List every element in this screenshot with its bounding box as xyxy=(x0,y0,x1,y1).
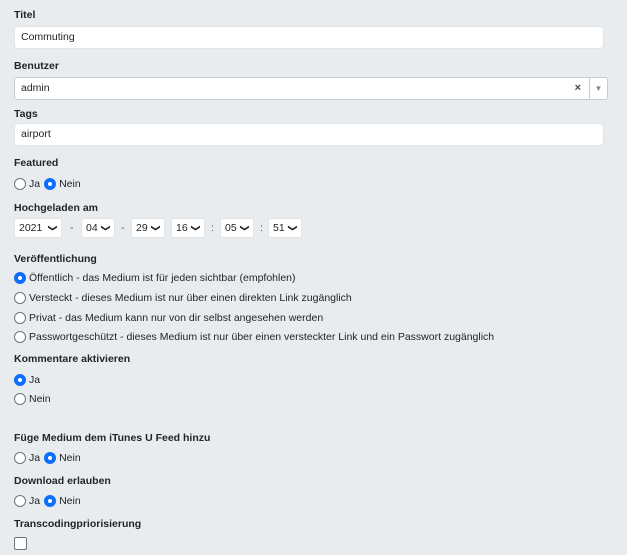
comments-radio-ja[interactable] xyxy=(14,374,26,386)
title-input[interactable]: Commuting xyxy=(14,26,604,49)
download-radio-nein[interactable] xyxy=(44,495,57,507)
clear-icon[interactable]: × xyxy=(575,78,581,99)
transcoding-checkbox[interactable] xyxy=(14,537,27,550)
visibility-option-hidden[interactable]: Versteckt - dieses Medium ist nur über e… xyxy=(14,292,356,304)
itunes-radio-ja-label: Ja xyxy=(29,452,41,464)
upload-day-select[interactable]: 29 ❯ xyxy=(131,218,165,238)
featured-radio-ja-label: Ja xyxy=(29,178,41,190)
visibility-option-private[interactable]: Privat - das Medium kann nur von dir sel… xyxy=(14,312,327,324)
upload-hour-select[interactable]: 16 ❯ xyxy=(171,218,205,238)
visibility-radio-password[interactable] xyxy=(14,331,26,343)
itunes-radio-ja[interactable] xyxy=(14,452,26,464)
visibility-option-label: Passwortgeschützt - dieses Medium ist nu… xyxy=(29,331,495,343)
visibility-radio-hidden[interactable] xyxy=(14,292,26,304)
upload-second-select[interactable]: 51 ❯ xyxy=(268,218,302,238)
upload-year-select[interactable]: 2021 ❯ xyxy=(14,218,62,238)
transcoding-label: Transcodingpriorisierung xyxy=(14,518,142,530)
visibility-option-label: Privat - das Medium kann nur von dir sel… xyxy=(29,312,324,324)
comments-option-ja[interactable]: Ja xyxy=(14,374,44,386)
chevron-down-icon: ❯ xyxy=(191,224,202,232)
user-select-value: admin xyxy=(21,82,50,94)
uploaded-label: Hochgeladen am xyxy=(14,202,99,214)
title-label: Titel xyxy=(14,9,36,21)
visibility-label: Veröffentlichung xyxy=(14,253,97,265)
visibility-option-password[interactable]: Passwortgeschützt - dieses Medium ist nu… xyxy=(14,331,498,343)
download-radio-group: Ja Nein xyxy=(14,495,85,507)
featured-radio-group: Ja Nein xyxy=(14,178,85,190)
download-radio-nein-label: Nein xyxy=(59,495,81,507)
date-separator: - xyxy=(70,222,74,234)
time-separator: : xyxy=(211,222,214,234)
visibility-option-public[interactable]: Öffentlich - das Medium ist für jeden si… xyxy=(14,272,300,284)
itunes-radio-group: Ja Nein xyxy=(14,452,85,464)
itunes-label: Füge Medium dem iTunes U Feed hinzu xyxy=(14,432,211,444)
comments-label: Kommentare aktivieren xyxy=(14,353,131,365)
itunes-radio-nein-label: Nein xyxy=(59,452,81,464)
comments-radio-nein-label: Nein xyxy=(29,393,51,405)
download-radio-ja[interactable] xyxy=(14,495,26,507)
chevron-down-icon: ❯ xyxy=(48,224,59,232)
download-radio-ja-label: Ja xyxy=(29,495,41,507)
upload-month-select[interactable]: 04 ❯ xyxy=(81,218,115,238)
upload-minute-select[interactable]: 05 ❯ xyxy=(220,218,254,238)
visibility-option-label: Versteckt - dieses Medium ist nur über e… xyxy=(29,292,352,304)
visibility-radio-public[interactable] xyxy=(14,272,26,284)
chevron-down-icon: ❯ xyxy=(151,224,162,232)
featured-radio-ja[interactable] xyxy=(14,178,26,190)
time-separator: : xyxy=(260,222,263,234)
tags-input[interactable]: airport xyxy=(14,123,604,146)
featured-label: Featured xyxy=(14,157,59,169)
chevron-down-icon: ❯ xyxy=(240,224,251,232)
comments-option-nein[interactable]: Nein xyxy=(14,393,55,405)
comments-radio-nein[interactable] xyxy=(14,393,26,405)
chevron-down-icon[interactable]: ▼ xyxy=(589,78,607,99)
visibility-radio-private[interactable] xyxy=(14,312,26,324)
visibility-option-label: Öffentlich - das Medium ist für jeden si… xyxy=(29,272,296,284)
user-label: Benutzer xyxy=(14,60,59,72)
featured-radio-nein[interactable] xyxy=(44,178,57,190)
download-label: Download erlauben xyxy=(14,475,111,487)
comments-radio-ja-label: Ja xyxy=(29,374,41,386)
date-separator: - xyxy=(121,222,125,234)
tags-label: Tags xyxy=(14,108,38,120)
user-select[interactable]: admin × ▼ xyxy=(14,77,608,100)
chevron-down-icon: ❯ xyxy=(101,224,112,232)
chevron-down-icon: ❯ xyxy=(288,224,299,232)
media-edit-form: Titel Commuting Benutzer admin × ▼ Tags … xyxy=(0,0,627,555)
itunes-radio-nein[interactable] xyxy=(44,452,57,464)
upload-year-value: 2021 xyxy=(19,222,43,234)
featured-radio-nein-label: Nein xyxy=(59,178,81,190)
